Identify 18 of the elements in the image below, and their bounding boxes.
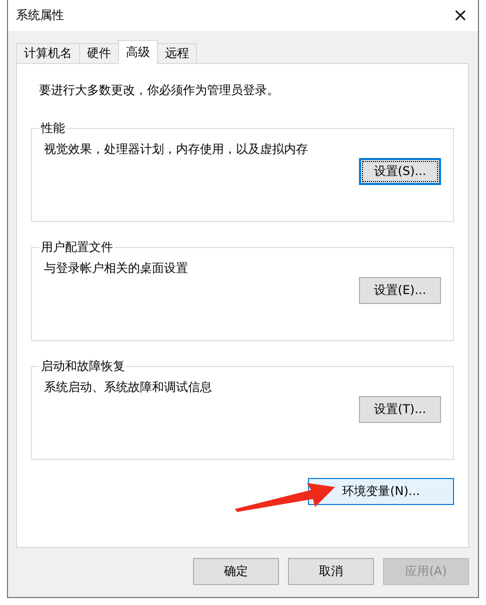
- tab[interactable]: 高级: [118, 40, 158, 64]
- notice-text: 要进行大多数更改，你必须作为管理员登录。: [38, 82, 280, 99]
- group-title: 性能: [40, 120, 66, 137]
- tab[interactable]: 计算机名: [16, 43, 80, 64]
- group-description: 与登录帐户相关的桌面设置: [44, 260, 189, 277]
- dialog-button[interactable]: 取消: [288, 558, 374, 585]
- settings-button[interactable]: 设置(S)...: [359, 158, 441, 185]
- close-button[interactable]: ×: [452, 6, 468, 24]
- window-title: 系统属性: [16, 7, 64, 24]
- environment-variables-button[interactable]: 环境变量(N)...: [308, 478, 454, 505]
- settings-button[interactable]: 设置(E)...: [359, 277, 441, 304]
- dialog-button[interactable]: 确定: [193, 558, 279, 585]
- group-title: 用户配置文件: [40, 239, 114, 256]
- settings-button[interactable]: 设置(T)...: [359, 396, 441, 423]
- group-description: 系统启动、系统故障和调试信息: [44, 379, 213, 396]
- group-description: 视觉效果，处理器计划，内存使用，以及虚拟内存: [44, 141, 309, 158]
- tab[interactable]: 远程: [157, 43, 197, 64]
- group-title: 启动和故障恢复: [40, 358, 126, 375]
